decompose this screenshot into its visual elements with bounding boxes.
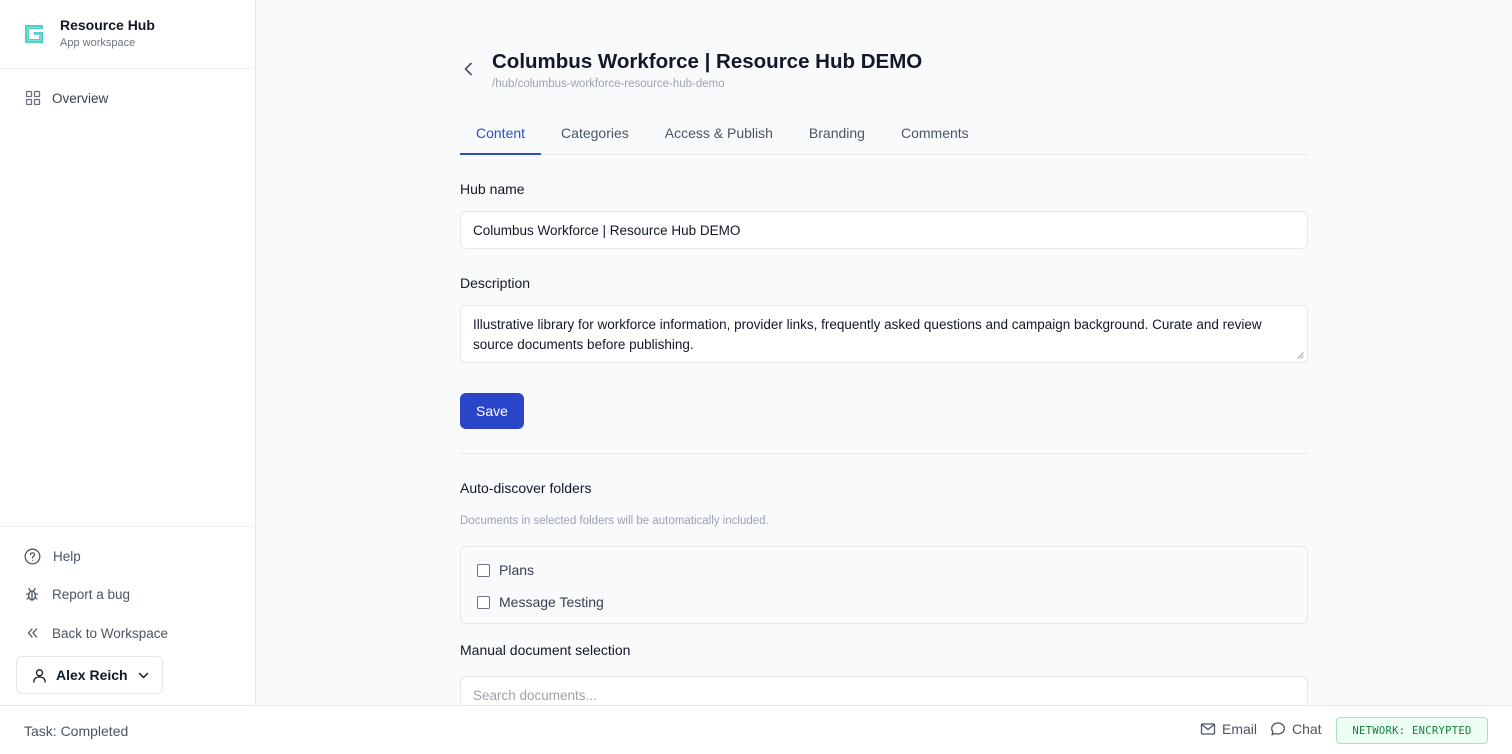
help-link[interactable]: Help [0, 545, 81, 567]
checkbox[interactable] [477, 595, 490, 609]
email-link[interactable]: Email [1200, 721, 1257, 737]
resize-handle-icon[interactable] [1297, 352, 1304, 359]
manual-selection-title: Manual document selection [460, 642, 631, 658]
description-text: Illustrative library for workforce infor… [473, 317, 1262, 352]
description-label: Description [460, 275, 531, 291]
tab-branding[interactable]: Branding [793, 116, 881, 154]
sidebar-footer: Help Report a bug Back to Workspace Alex… [0, 526, 255, 705]
page-title: Columbus Workforce | Resource Hub DEMO [492, 50, 923, 73]
mail-icon [1200, 723, 1216, 735]
auto-discover-hint: Documents in selected folders will be au… [460, 515, 769, 527]
search-documents-input[interactable]: Search documents... [460, 676, 1308, 705]
tab-bar: Content Categories Access & Publish Bran… [460, 116, 1308, 155]
back-to-workspace-label: Back to Workspace [52, 625, 169, 641]
tab-categories[interactable]: Categories [545, 116, 645, 154]
sidebar: Resource Hub App workspace Overview Help [0, 0, 256, 705]
chevrons-left-icon [27, 628, 38, 638]
user-name: Alex Reich [56, 667, 128, 683]
chat-link[interactable]: Chat [1270, 721, 1322, 737]
tab-comments[interactable]: Comments [885, 116, 985, 154]
main-content: Columbus Workforce | Resource Hub DEMO /… [256, 0, 1512, 705]
folder-item-plans[interactable]: Plans [477, 562, 534, 578]
email-label: Email [1222, 721, 1258, 737]
page-path: /hub/columbus-workforce-resource-hub-dem… [492, 78, 725, 90]
folder-item-message-testing[interactable]: Message Testing [477, 594, 604, 610]
back-to-workspace-link[interactable]: Back to Workspace [0, 622, 168, 644]
folder-label: Plans [499, 562, 535, 578]
task-status: Task: Completed [24, 723, 129, 739]
description-textarea[interactable]: Illustrative library for workforce infor… [460, 305, 1308, 363]
report-bug-link[interactable]: Report a bug [0, 583, 130, 605]
folder-list: Plans Message Testing [460, 546, 1308, 624]
brand-subtitle: App workspace [60, 37, 136, 49]
brand-logo-icon [25, 25, 43, 43]
sidebar-item-label: Overview [52, 90, 109, 106]
status-footer: Task: Completed Email Chat NETWORK: ENCR… [0, 705, 1512, 754]
report-bug-label: Report a bug [52, 586, 131, 602]
save-button[interactable]: Save [460, 393, 524, 429]
user-menu-button[interactable]: Alex Reich [16, 656, 163, 694]
checkbox[interactable] [477, 563, 490, 577]
brand-title: Resource Hub [60, 17, 155, 33]
help-circle-icon [24, 548, 41, 564]
bug-icon [25, 587, 39, 601]
chevron-down-icon [138, 672, 148, 678]
auto-discover-title: Auto-discover folders [460, 480, 592, 496]
section-divider [460, 453, 1308, 454]
tab-access-publish[interactable]: Access & Publish [649, 116, 789, 154]
chat-label: Chat [1292, 721, 1322, 737]
hub-name-input[interactable]: Columbus Workforce | Resource Hub DEMO [460, 211, 1308, 249]
network-status-badge: NETWORK: ENCRYPTED [1336, 717, 1488, 744]
chat-bubble-icon [1271, 722, 1285, 736]
back-arrow-icon[interactable] [460, 60, 478, 78]
brand-header: Resource Hub App workspace [0, 0, 255, 69]
sidebar-item-overview[interactable]: Overview [0, 83, 255, 113]
tab-content[interactable]: Content [460, 116, 542, 155]
hub-name-label: Hub name [460, 181, 525, 197]
grid-icon [25, 90, 41, 106]
help-label: Help [53, 548, 81, 564]
user-icon [33, 668, 46, 683]
folder-label: Message Testing [499, 594, 604, 610]
